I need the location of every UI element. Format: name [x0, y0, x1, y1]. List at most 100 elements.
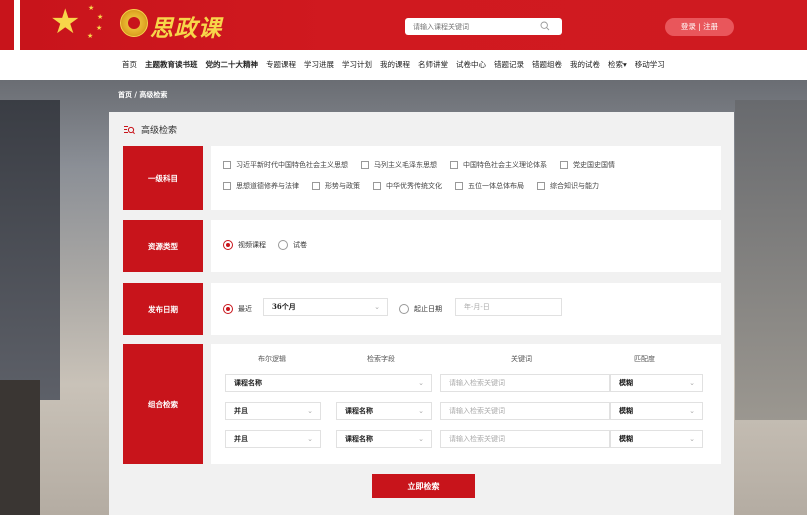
- chevron-down-icon: ⌄: [418, 435, 424, 443]
- nav-item[interactable]: 名师讲堂: [414, 57, 452, 73]
- nav-item[interactable]: 检索▾: [604, 57, 631, 73]
- field-value: 课程名称: [345, 434, 373, 443]
- resource-type-radio-label: 视频课程: [238, 241, 266, 249]
- recent-radio[interactable]: 最近: [223, 304, 252, 314]
- checkbox-icon[interactable]: [537, 182, 545, 190]
- checkbox-icon[interactable]: [455, 182, 463, 190]
- emblem-icon[interactable]: [120, 9, 148, 37]
- checkbox-icon[interactable]: [450, 161, 458, 169]
- search-box[interactable]: [405, 18, 562, 35]
- resource-type-row: 资源类型 视频课程 试卷: [123, 220, 721, 272]
- subject-checkbox-label: 党史国史国情: [573, 161, 615, 169]
- header: ★ ★ ★ ★ ★ 思政课 登录 | 注册: [0, 0, 807, 54]
- publish-date-row: 发布日期 最近 36个月 ⌄ 起止日期 年-月-日: [123, 283, 721, 335]
- subject-checkbox[interactable]: 五位一体总体布局: [455, 181, 524, 191]
- subject-checkbox-label: 综合知识与能力: [550, 182, 599, 190]
- field-select[interactable]: 课程名称 ⌄: [336, 402, 432, 420]
- radio-unselected-icon[interactable]: [399, 304, 409, 314]
- logic-select[interactable]: 并且 ⌄: [225, 430, 321, 448]
- publish-date-options: 最近 36个月 ⌄ 起止日期 年-月-日: [211, 283, 721, 335]
- search-submit-button[interactable]: 立即检索: [372, 474, 475, 498]
- star-icon: ★: [50, 2, 81, 42]
- field-select[interactable]: 课程名称 ⌄: [225, 374, 432, 392]
- column-header-match: 匹配度: [634, 355, 655, 363]
- checkbox-icon[interactable]: [361, 161, 369, 169]
- match-select[interactable]: 模糊 ⌄: [610, 374, 703, 392]
- nav-item[interactable]: 党的二十大精神: [202, 57, 263, 73]
- date-range-radio[interactable]: 起止日期: [399, 304, 442, 314]
- subject-checkbox-label: 形势与政策: [325, 182, 360, 190]
- resource-type-radio-label: 试卷: [293, 241, 307, 249]
- nav-item[interactable]: 我的课程: [376, 57, 414, 73]
- resource-type-radio[interactable]: 试卷: [278, 240, 307, 250]
- nav-item[interactable]: 主题教育读书班: [141, 57, 202, 73]
- date-range-input[interactable]: 年-月-日: [455, 298, 562, 316]
- publish-date-label: 发布日期: [123, 283, 203, 335]
- checkbox-icon[interactable]: [223, 182, 231, 190]
- resource-type-options: 视频课程 试卷: [211, 220, 721, 272]
- nav-item[interactable]: 学习计划: [338, 57, 376, 73]
- subject-checkbox[interactable]: 综合知识与能力: [537, 181, 599, 191]
- subject-checkbox[interactable]: 党史国史国情: [560, 160, 615, 170]
- logic-select[interactable]: 并且 ⌄: [225, 402, 321, 420]
- match-value: 模糊: [619, 378, 633, 387]
- field-select[interactable]: 课程名称 ⌄: [336, 430, 432, 448]
- chevron-down-icon: ⌄: [689, 407, 695, 415]
- recent-period-value: 36个月: [272, 302, 296, 311]
- nav-item[interactable]: 首页: [118, 57, 141, 73]
- chevron-down-icon: ⌄: [307, 407, 313, 415]
- panel-title-text: 高级检索: [141, 126, 178, 136]
- column-header-logic: 布尔逻辑: [258, 355, 286, 363]
- background-laptop: [735, 100, 807, 420]
- nav-item[interactable]: 移动学习: [631, 57, 669, 73]
- nav-item[interactable]: 我的试卷: [566, 57, 604, 73]
- keyword-input[interactable]: 请输入检索关键词: [440, 374, 610, 392]
- field-value: 课程名称: [234, 378, 262, 387]
- subject-checkbox[interactable]: 中国特色社会主义理论体系: [450, 160, 547, 170]
- subject-checkbox-label: 马列主义毛泽东思想: [374, 161, 437, 169]
- recent-period-select[interactable]: 36个月 ⌄: [263, 298, 388, 316]
- column-header-field: 检索字段: [367, 355, 395, 363]
- nav-item[interactable]: 错题记录: [490, 57, 528, 73]
- subject-checkbox[interactable]: 中华优秀传统文化: [373, 181, 442, 191]
- star-icon: ★: [88, 4, 95, 12]
- match-value: 模糊: [619, 406, 633, 415]
- resource-type-radio[interactable]: 视频课程: [223, 240, 266, 250]
- chevron-down-icon: ⌄: [374, 303, 380, 311]
- keyword-input[interactable]: 请输入检索关键词: [440, 430, 610, 448]
- search-icon[interactable]: [540, 21, 550, 31]
- nav-item[interactable]: 试卷中心: [452, 57, 490, 73]
- breadcrumb: 首页 / 高级检索: [118, 90, 168, 99]
- match-select[interactable]: 模糊 ⌄: [610, 402, 703, 420]
- checkbox-icon[interactable]: [560, 161, 568, 169]
- site-logo[interactable]: 思政课: [150, 9, 222, 43]
- chevron-down-icon: ⌄: [689, 379, 695, 387]
- radio-selected-icon[interactable]: [223, 304, 233, 314]
- main-nav: 首页 主题教育读书班 党的二十大精神 专题课程 学习进展 学习计划 我的课程 名师讲堂 试卷中心…: [118, 57, 669, 73]
- logic-value: 并且: [234, 406, 248, 415]
- checkbox-icon[interactable]: [373, 182, 381, 190]
- recent-radio-label: 最近: [238, 305, 252, 313]
- star-icon: ★: [97, 13, 104, 21]
- field-value: 课程名称: [345, 406, 373, 415]
- background-laptop: [0, 100, 60, 400]
- nav-item[interactable]: 学习进展: [300, 57, 338, 73]
- advanced-search-panel: 高级检索 一级科目 习近平新时代中国特色社会主义思想 马列主义毛泽东思想 中国特色社…: [109, 112, 734, 515]
- radio-unselected-icon[interactable]: [278, 240, 288, 250]
- column-header-keyword: 关键词: [511, 355, 532, 363]
- match-select[interactable]: 模糊 ⌄: [610, 430, 703, 448]
- nav-item[interactable]: 错题组卷: [528, 57, 566, 73]
- login-register-button[interactable]: 登录 | 注册: [665, 18, 734, 36]
- search-input[interactable]: [413, 20, 533, 33]
- checkbox-icon[interactable]: [223, 161, 231, 169]
- chevron-down-icon: ⌄: [307, 435, 313, 443]
- radio-selected-icon[interactable]: [223, 240, 233, 250]
- subject-checkbox[interactable]: 习近平新时代中国特色社会主义思想: [223, 160, 348, 170]
- subject-checkbox[interactable]: 形势与政策: [312, 181, 360, 191]
- subject-checkbox[interactable]: 马列主义毛泽东思想: [361, 160, 437, 170]
- panel-title: 高级检索: [124, 123, 177, 136]
- keyword-input[interactable]: 请输入检索关键词: [440, 402, 610, 420]
- nav-item[interactable]: 专题课程: [262, 57, 300, 73]
- subject-checkbox[interactable]: 思想道德修养与法律: [223, 181, 299, 191]
- checkbox-icon[interactable]: [312, 182, 320, 190]
